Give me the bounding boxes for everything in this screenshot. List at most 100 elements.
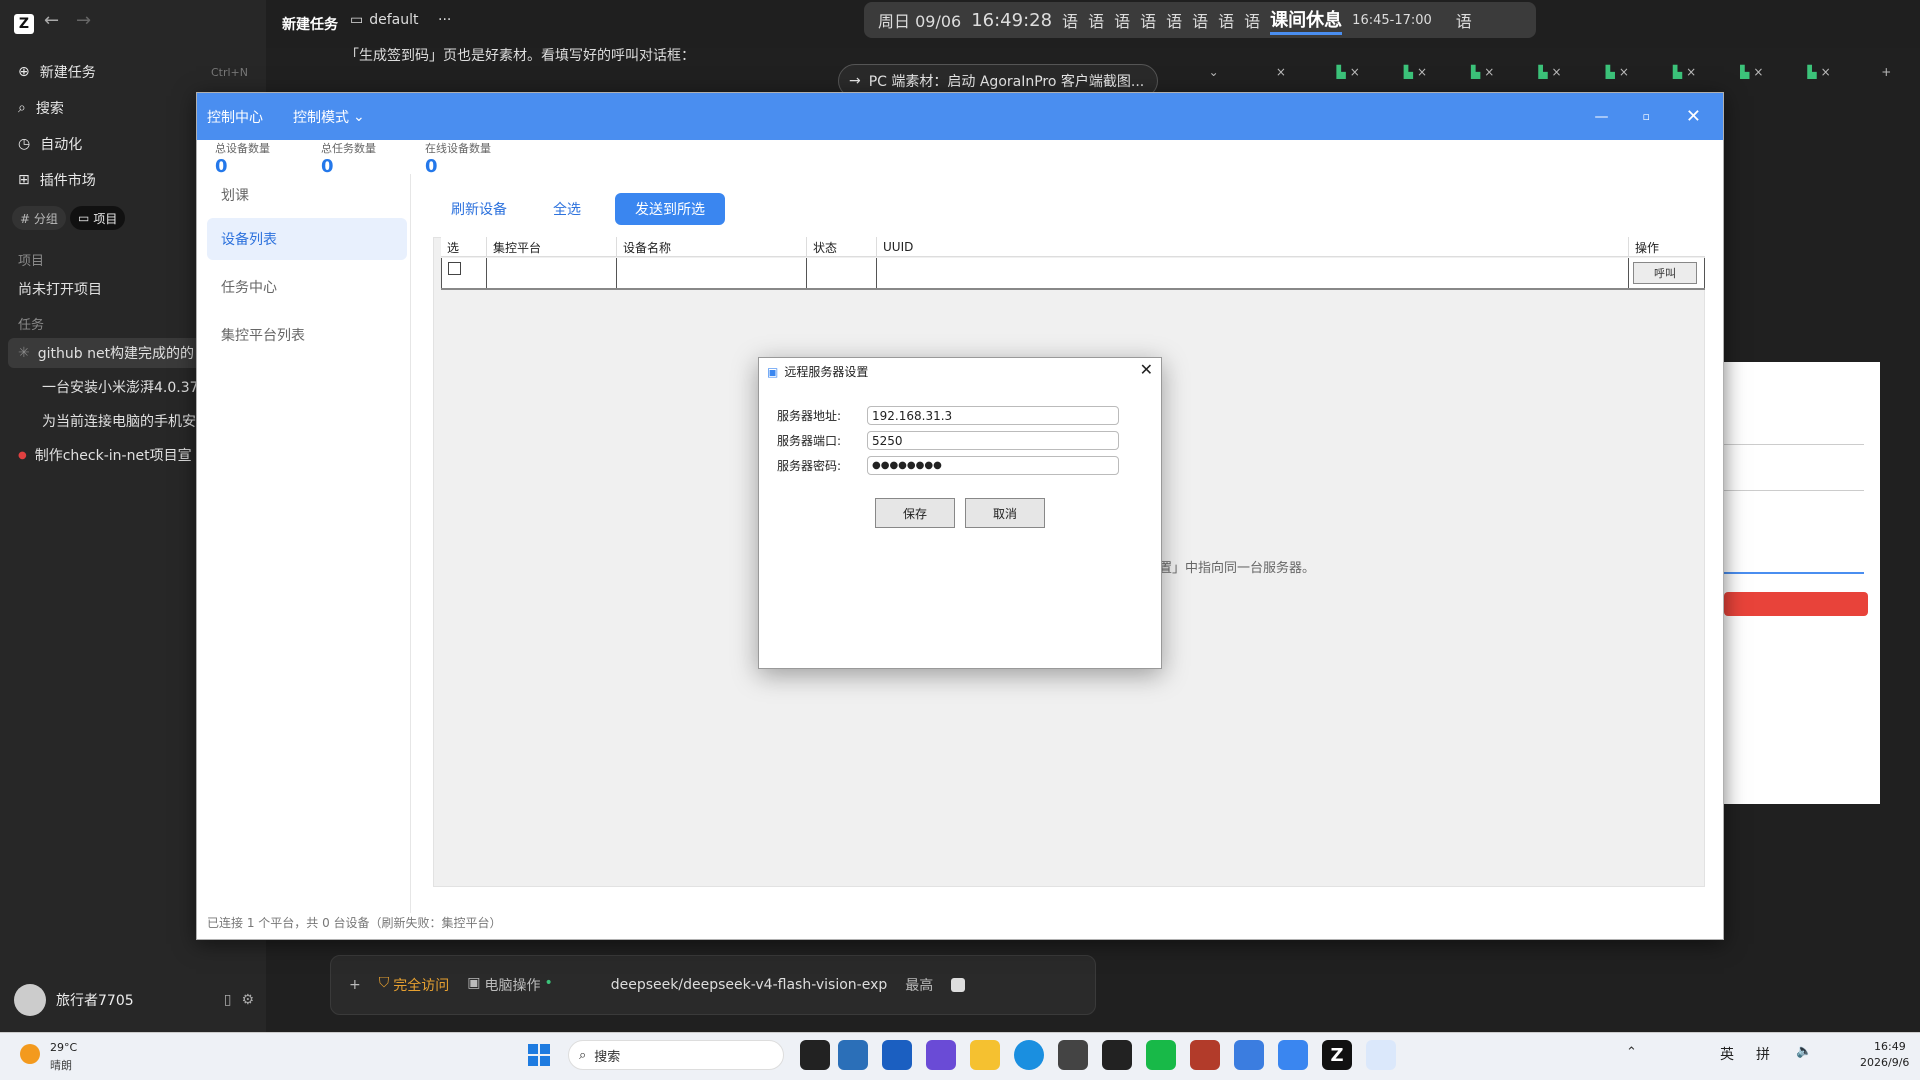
speaker-icon[interactable]: 🔈 xyxy=(1796,1044,1812,1059)
lang-item: 语 xyxy=(1140,12,1157,31)
hint-text: 置」中指向同一台服务器。 xyxy=(1159,561,1316,576)
lang-item: 语 xyxy=(1114,12,1131,31)
plus-icon[interactable]: + xyxy=(349,977,361,993)
ime-en[interactable]: 英 xyxy=(1720,1044,1734,1064)
more-icon[interactable]: ··· xyxy=(438,12,451,28)
server-addr-input[interactable]: 192.168.31.3 xyxy=(867,406,1119,425)
file-tab[interactable]: ▙ × xyxy=(1718,57,1785,87)
terminal-icon[interactable] xyxy=(1102,1040,1132,1070)
chevron-icon[interactable]: ⌄ xyxy=(1180,57,1247,87)
file-icon: ▙ xyxy=(1672,65,1683,79)
back-arrow-icon[interactable]: ← xyxy=(44,10,59,31)
call-button[interactable]: 呼叫 xyxy=(1633,262,1697,284)
edge-icon[interactable] xyxy=(1014,1040,1044,1070)
weather-text: 晴朗 xyxy=(50,1059,72,1072)
pc-operation-toggle[interactable]: ▣ 电脑操作 • xyxy=(467,975,553,995)
wechat-icon[interactable] xyxy=(1146,1040,1176,1070)
store-icon[interactable] xyxy=(882,1040,912,1070)
server-pwd-input[interactable]: ●●●●●●●● xyxy=(867,456,1119,475)
minimize-icon[interactable]: — xyxy=(1594,109,1608,125)
file-icon: ▙ xyxy=(1336,65,1346,79)
app-icon[interactable] xyxy=(1278,1040,1308,1070)
app-icon[interactable] xyxy=(1058,1040,1088,1070)
lang-item: 语 xyxy=(1244,12,1261,31)
file-icon: ▙ xyxy=(1471,65,1481,79)
forward-arrow-icon[interactable]: → xyxy=(76,10,91,31)
shield-icon: ⛉ xyxy=(378,975,390,991)
model-select[interactable]: deepseek/deepseek-v4-flash-vision-exp xyxy=(611,977,888,993)
app-icon[interactable] xyxy=(926,1040,956,1070)
tab-project[interactable]: ▭ 项目 xyxy=(70,206,126,230)
cell xyxy=(617,258,807,288)
lang-item: 语 xyxy=(1062,12,1079,31)
file-tab[interactable]: ▙ × xyxy=(1315,57,1382,87)
red-dot-icon: ● xyxy=(18,449,27,461)
dialog-title: ▣ 远程服务器设置 xyxy=(767,364,869,380)
file-tab[interactable]: ▙ × xyxy=(1785,57,1852,87)
folder-icon: ▭ xyxy=(350,12,364,28)
tab-group[interactable]: # 分组 xyxy=(12,206,66,230)
sun-icon xyxy=(20,1044,40,1064)
send-selected-button[interactable]: 发送到所选 xyxy=(615,193,725,225)
break-range: 16:45-17:00 xyxy=(1352,12,1432,28)
refresh-devices-button[interactable]: 刷新设备 xyxy=(441,193,517,225)
menu-item-device-list[interactable]: 设备列表 xyxy=(207,218,407,260)
pwd-label: 服务器密码: xyxy=(777,459,842,473)
plus-icon[interactable]: + xyxy=(1853,57,1920,87)
app-icon[interactable] xyxy=(1190,1040,1220,1070)
app-icon[interactable] xyxy=(838,1040,868,1070)
close-icon[interactable]: ✕ xyxy=(1140,360,1153,379)
tray-chevron-icon[interactable]: ⌃ xyxy=(1626,1045,1637,1060)
row-checkbox[interactable] xyxy=(448,262,461,275)
save-button[interactable]: 保存 xyxy=(875,498,955,528)
file-tab[interactable]: ▙ × xyxy=(1584,57,1651,87)
user-profile[interactable]: 旅行者7705 ▯ ⚙ xyxy=(14,982,254,1018)
taskbar-date[interactable]: 2026/9/6 xyxy=(1860,1056,1909,1069)
taskbar-time[interactable]: 16:49 xyxy=(1874,1040,1906,1053)
chevron-down-icon[interactable]: ⌄ xyxy=(353,109,365,125)
app-logo: Z xyxy=(14,14,34,34)
cell xyxy=(487,258,617,288)
ime-pinyin[interactable]: 拼 xyxy=(1756,1044,1770,1064)
windows-start-icon[interactable] xyxy=(528,1044,550,1066)
new-task-item[interactable]: ⊕ 新建任务 Ctrl+N xyxy=(18,58,248,86)
date-text: 周日 09/06 xyxy=(878,12,962,31)
close-icon[interactable]: ✕ xyxy=(1686,106,1701,127)
composer-bar: + ⛉ 完全访问 ▣ 电脑操作 • deepseek/deepseek-v4-flas… xyxy=(330,955,1096,1015)
full-access-toggle[interactable]: ⛉ 完全访问 xyxy=(379,975,450,995)
file-tab[interactable]: ▙ × xyxy=(1449,57,1516,87)
taskbar-search[interactable]: ⌕ 搜索 xyxy=(568,1040,784,1070)
break-label: 课间休息 xyxy=(1270,6,1343,35)
select-all-button[interactable]: 全选 xyxy=(537,193,597,225)
task-view-icon[interactable] xyxy=(800,1040,830,1070)
server-settings-dialog: ▣ 远程服务器设置 ✕ 服务器地址: 192.168.31.3 服务器端口: 52… xyxy=(758,357,1162,669)
cancel-button[interactable]: 取消 xyxy=(965,498,1045,528)
folder-icon[interactable] xyxy=(970,1040,1000,1070)
mode-dropdown[interactable]: 控制模式 xyxy=(293,107,349,127)
file-tab[interactable]: ▙ × xyxy=(1516,57,1583,87)
close-icon[interactable]: × xyxy=(1247,57,1314,87)
app-icon[interactable] xyxy=(1234,1040,1264,1070)
search-icon: ⌕ xyxy=(579,1047,587,1063)
cell xyxy=(807,258,877,288)
zed-app-icon[interactable]: Z xyxy=(1322,1040,1352,1070)
col-header: UUID xyxy=(877,237,1629,257)
file-tab[interactable]: ▙ × xyxy=(1382,57,1449,87)
server-port-input[interactable]: 5250 xyxy=(867,431,1119,450)
file-icon: ▙ xyxy=(1740,65,1750,79)
lang-item: 语 xyxy=(1088,12,1105,31)
window-titlebar: 控制中心 控制模式 ⌄ — ▫ ✕ xyxy=(197,93,1723,140)
maximize-icon[interactable]: ▫ xyxy=(1642,110,1649,123)
file-tab[interactable]: ▙ × xyxy=(1651,57,1718,87)
level-select[interactable]: 最高 xyxy=(905,975,933,995)
search-icon: ⌕ xyxy=(18,100,26,116)
stat-label: 总设备数量 xyxy=(215,142,270,155)
phone-icon[interactable]: ▯ xyxy=(224,992,232,1008)
file-icon: ▙ xyxy=(1605,65,1615,79)
arrow-right-icon: → xyxy=(849,73,861,89)
stop-icon[interactable] xyxy=(951,978,966,992)
app-icon[interactable] xyxy=(1366,1040,1396,1070)
gear-icon[interactable]: ⚙ xyxy=(241,992,254,1008)
folder-chip[interactable]: ▭ default xyxy=(350,12,419,28)
col-header: 设备名称 xyxy=(617,237,807,257)
